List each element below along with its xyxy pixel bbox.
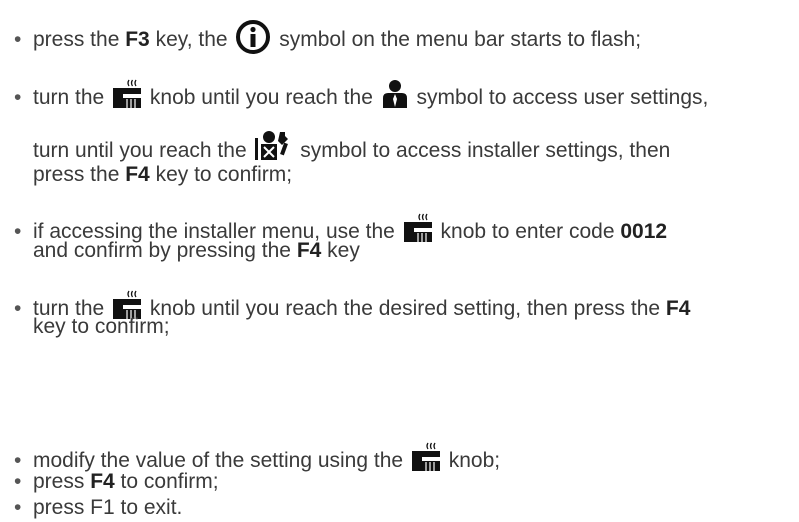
text: knob; — [442, 449, 501, 472]
text: press the — [33, 28, 126, 51]
bullet: • — [14, 86, 22, 109]
instruction-press-f3: • press the F3 key, the symbol on the men… — [14, 20, 641, 54]
instruction-turn-knob-user: • turn the knob until you reach the symbo… — [14, 79, 708, 110]
text: knob until you reach the — [144, 86, 379, 109]
text: press — [33, 470, 91, 493]
instruction-key-confirm: key to confirm; — [33, 315, 170, 339]
text: knob to enter code — [434, 220, 621, 243]
key-f4: F4 — [90, 470, 115, 493]
boiler-knob-icon — [403, 213, 432, 243]
bullet: • — [14, 496, 22, 519]
instruction-press-f4-confirm: press the F4 key to confirm; — [33, 163, 292, 187]
instruction-modify-value: • modify the value of the setting using t… — [14, 442, 500, 473]
text: key to confirm; — [33, 315, 170, 338]
boiler-knob-icon — [411, 442, 440, 472]
text: turn until you reach the — [33, 139, 253, 162]
installer-tools-icon — [255, 130, 291, 162]
instruction-installer-continuation: turn until you reach the symbol to acces… — [33, 130, 670, 163]
bullet: • — [14, 297, 22, 320]
text: key to confirm; — [149, 163, 293, 186]
text: to confirm; — [114, 470, 219, 493]
key-f4: F4 — [125, 163, 150, 186]
bullet: • — [14, 220, 22, 243]
text: press F1 to exit. — [33, 496, 183, 519]
instruction-press-f1-exit: • press F1 to exit. — [14, 496, 182, 520]
text: symbol to access installer settings, the… — [294, 139, 671, 162]
instruction-confirm-f4: and confirm by pressing the F4 key — [33, 239, 360, 263]
text: modify the value of the setting using th… — [33, 449, 409, 472]
key-f3: F3 — [125, 28, 150, 51]
bullet: • — [14, 28, 22, 51]
instruction-press-f4: • press F4 to confirm; — [14, 470, 219, 494]
key-f4: F4 — [296, 239, 322, 262]
installer-code: 0012 — [620, 220, 668, 243]
text: key, the — [149, 28, 234, 51]
text: symbol to access user settings, — [410, 86, 709, 109]
text: press the — [33, 163, 126, 186]
info-circle-icon — [236, 20, 271, 54]
bullet: • — [14, 470, 22, 493]
text: symbol on the menu bar starts to flash; — [273, 28, 642, 51]
key-f4: F4 — [665, 297, 691, 320]
text: and confirm by pressing the — [33, 239, 297, 262]
text: key — [321, 239, 360, 262]
boiler-knob-icon — [113, 79, 142, 109]
text: knob until you reach the desired setting… — [144, 297, 666, 320]
text: turn the — [33, 86, 111, 109]
user-icon — [382, 79, 408, 109]
